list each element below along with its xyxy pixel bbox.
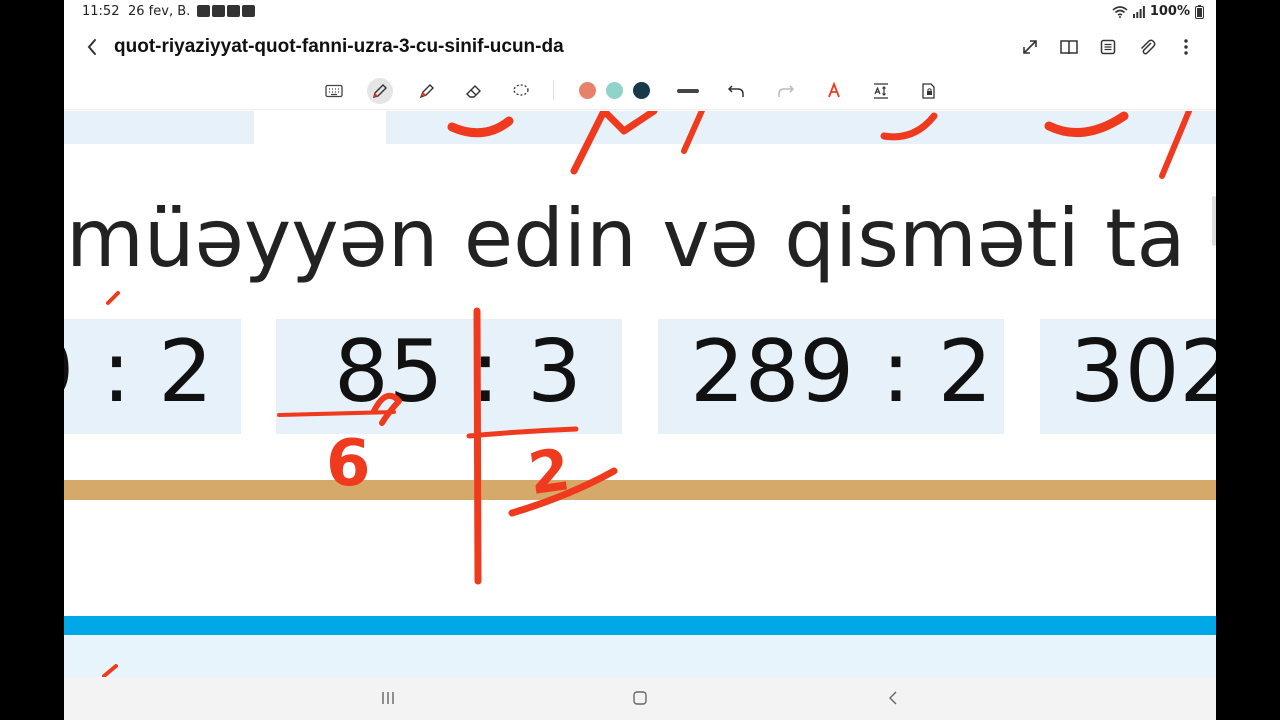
paperclip-icon [1140, 39, 1156, 55]
status-right: 100% [1112, 4, 1204, 19]
eraser-icon [466, 85, 481, 98]
battery-icon [1195, 4, 1204, 19]
home-button[interactable] [625, 687, 655, 709]
page-list-button[interactable] [1096, 35, 1120, 59]
eraser-button[interactable] [461, 78, 487, 104]
division-line-vertical [473, 307, 482, 585]
lasso-icon [513, 84, 529, 96]
note-title: quot-riyaziyyat-quot-fanni-uzra-3-cu-sin… [114, 36, 564, 57]
text-fit-icon [874, 83, 888, 99]
highlighter-icon [419, 84, 434, 99]
ink-stroke [1159, 111, 1192, 179]
expand-icon [1023, 40, 1037, 54]
book-view-button[interactable] [1057, 35, 1081, 59]
redo-button[interactable] [773, 78, 799, 104]
back-button[interactable] [80, 34, 104, 60]
color-swatch-teal[interactable] [606, 82, 623, 99]
pen-icon [373, 84, 387, 98]
note-canvas[interactable]: müəyyən edin və qisməti ta 9 : 2 85 : 3 … [64, 111, 1216, 677]
ink-stroke [1044, 111, 1129, 138]
text-fit-button[interactable] [868, 78, 894, 104]
title-actions [1018, 35, 1198, 59]
play-icon [227, 5, 240, 17]
subtraction-line [277, 410, 396, 417]
app-screen: 11:52 26 fev, B. 100% quot-riyaziyyat-qu… [64, 0, 1216, 720]
ink-stroke [102, 664, 118, 677]
more-vertical-icon [1184, 39, 1188, 55]
wifi-icon [1112, 5, 1128, 18]
pen-button[interactable] [367, 78, 393, 104]
handwriting-layer: 6 2 [102, 111, 1192, 677]
title-bar: quot-riyaziyyat-quot-fanni-uzra-3-cu-sin… [64, 24, 1216, 70]
home-icon [633, 691, 647, 705]
list-icon [1100, 39, 1116, 55]
attach-button[interactable] [1135, 35, 1159, 59]
ink-stroke [880, 112, 938, 141]
lasso-button[interactable] [508, 78, 534, 104]
stroke-width-icon [677, 89, 699, 93]
keyboard-button[interactable] [321, 78, 347, 104]
ink-digit-quotient-product: 6 [326, 427, 371, 501]
ink-stroke [570, 111, 658, 175]
status-time: 11:52 [82, 4, 120, 19]
system-nav-bar [64, 677, 1216, 720]
more-options-button[interactable] [1174, 35, 1198, 59]
ink-digit-quotient: 2 [525, 435, 574, 508]
stroke-width-button[interactable] [675, 78, 701, 104]
toolbar-separator [553, 80, 554, 100]
battery-level: 100% [1149, 4, 1190, 19]
ink-strokes: 6 2 [102, 111, 1192, 677]
nav-back-icon [889, 691, 897, 705]
signal-icon [1132, 5, 1145, 18]
status-bar: 11:52 26 fev, B. 100% [64, 0, 1216, 24]
ink-stroke [371, 392, 402, 426]
highlighter-button[interactable] [414, 78, 440, 104]
undo-icon [727, 85, 744, 97]
color-swatch-salmon[interactable] [579, 82, 596, 99]
status-date: 26 fev, B. [128, 4, 191, 19]
nav-back-button[interactable] [878, 687, 908, 709]
book-icon [1060, 40, 1078, 55]
recent-apps-icon [382, 692, 394, 704]
drawing-toolbar [64, 70, 1216, 110]
text-format-icon [828, 82, 840, 98]
ink-stroke [681, 111, 706, 154]
keyboard-icon [325, 84, 343, 98]
undo-button[interactable] [723, 78, 749, 104]
text-style-button[interactable] [821, 78, 847, 104]
read-mode-button[interactable] [915, 78, 941, 104]
redo-icon [778, 85, 795, 97]
youtube-icon [212, 5, 225, 17]
notification-icons [197, 5, 255, 17]
video-icon [242, 5, 255, 17]
lock-page-icon [922, 83, 935, 99]
ink-stroke [106, 291, 120, 305]
recent-apps-button[interactable] [373, 687, 403, 709]
ink-stroke [447, 116, 514, 138]
chevron-left-icon [87, 39, 96, 55]
expand-button[interactable] [1018, 35, 1042, 59]
gallery-icon [197, 5, 210, 17]
color-swatch-navy[interactable] [633, 82, 650, 99]
